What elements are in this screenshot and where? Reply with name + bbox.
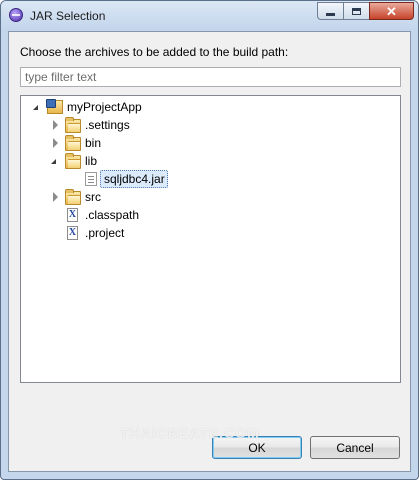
project-folder-icon xyxy=(46,99,63,114)
maximize-button[interactable] xyxy=(343,2,370,20)
tree-item-myprojectapp[interactable]: myProjectApp xyxy=(21,98,399,116)
jar-file-icon xyxy=(85,172,97,186)
expand-arrow-icon[interactable] xyxy=(49,157,57,165)
tree-item-lib[interactable]: lib xyxy=(21,152,399,170)
close-icon: ✕ xyxy=(386,3,397,19)
collapse-arrow-icon[interactable] xyxy=(52,120,60,130)
tree-item-label: .settings xyxy=(85,118,130,132)
dialog-body: Choose the archives to be added to the b… xyxy=(8,31,411,472)
collapse-arrow-icon[interactable] xyxy=(52,192,60,202)
folder-icon xyxy=(65,117,81,133)
expand-arrow-icon[interactable] xyxy=(31,103,39,111)
cancel-button[interactable]: Cancel xyxy=(310,436,400,459)
eclipse-app-icon xyxy=(9,8,23,22)
tree-item-label: myProjectApp xyxy=(67,100,142,114)
minimize-button[interactable] xyxy=(317,2,344,20)
tree-item-label: .project xyxy=(85,226,125,240)
tree-item-settings[interactable]: .settings xyxy=(21,116,399,134)
title-bar[interactable]: JAR Selection ✕ xyxy=(1,1,418,31)
prompt-label: Choose the archives to be added to the b… xyxy=(20,45,289,59)
folder-icon xyxy=(65,135,81,151)
maximize-icon xyxy=(352,7,361,15)
folder-icon xyxy=(65,189,81,205)
tree-item-label: lib xyxy=(85,154,98,168)
dialog-window: JAR Selection ✕ Choose the archives to b… xyxy=(0,0,419,480)
tree-item-bin[interactable]: bin xyxy=(21,134,399,152)
watermark-text: THAICREATE.COM xyxy=(120,425,260,441)
minimize-icon xyxy=(326,12,335,16)
tree-item-label: sqljdbc4.jar xyxy=(104,172,165,186)
close-button[interactable]: ✕ xyxy=(369,2,414,20)
tree-item-sqljdbc4-jar[interactable]: sqljdbc4.jar xyxy=(21,170,399,188)
xml-file-icon: X xyxy=(67,208,78,222)
tree-item-label: .classpath xyxy=(85,208,140,222)
collapse-arrow-icon[interactable] xyxy=(52,138,60,148)
tree-item-classpath[interactable]: X .classpath xyxy=(21,206,399,224)
tree-item-project[interactable]: X .project xyxy=(21,224,399,242)
window-title: JAR Selection xyxy=(30,9,106,23)
filter-input[interactable] xyxy=(20,67,401,87)
tree-item-label: bin xyxy=(85,136,102,150)
tree-item-src[interactable]: src xyxy=(21,188,399,206)
archive-tree[interactable]: myProjectApp .settings bin lib sqljdbc4.… xyxy=(20,95,401,383)
tree-item-label: src xyxy=(85,190,101,204)
xml-file-icon: X xyxy=(67,226,78,240)
folder-icon xyxy=(65,153,81,169)
